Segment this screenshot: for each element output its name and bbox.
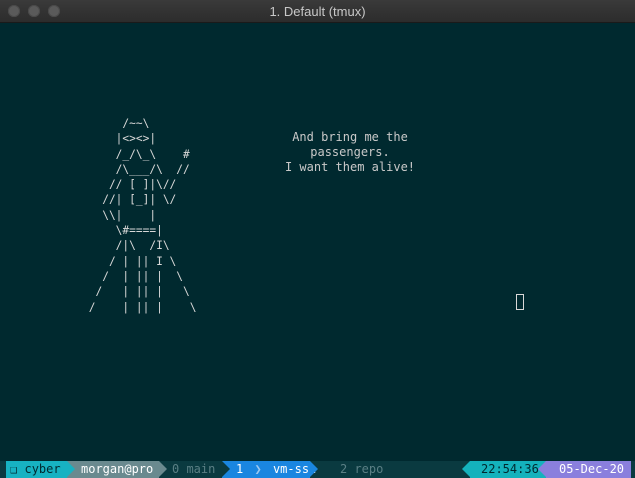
- separator-icon: [462, 461, 470, 477]
- session-name: cyber: [24, 462, 61, 476]
- separator-icon: [310, 461, 318, 477]
- title-bar[interactable]: 1. Default (tmux): [0, 0, 635, 23]
- ascii-art: /~~\ |<><>| /_/\_\ # /\___/\ // // [ ]|\…: [88, 117, 197, 314]
- window-title: 1. Default (tmux): [269, 4, 366, 19]
- quote-line-2: I want them alive!: [284, 160, 416, 174]
- terminal-cursor: [516, 294, 524, 310]
- separator-icon: [67, 461, 75, 477]
- window-tab-2[interactable]: 2 repo: [340, 461, 383, 478]
- separator-icon: [538, 461, 546, 477]
- separator-icon: [222, 461, 230, 477]
- user-host-segment: morgan@pro: [67, 461, 159, 478]
- quote-text: And bring me the passengers. I want them…: [250, 130, 450, 175]
- window-index: 1: [236, 462, 244, 476]
- session-icon: ❑: [10, 462, 18, 476]
- clock-time: 22:54:36: [470, 461, 546, 478]
- tmux-status-bar: ❑ cyber morgan@pro 0 main 1 ❯ vm-ssh 2 r…: [0, 461, 635, 478]
- terminal-window: 1. Default (tmux) /~~\ |<><>| /_/\_\ # /…: [0, 0, 635, 478]
- session-segment[interactable]: ❑ cyber: [6, 461, 67, 478]
- chevron-right-icon: ❯: [254, 462, 262, 476]
- separator-icon: [159, 461, 167, 477]
- quote-line-1: And bring me the passengers.: [292, 130, 408, 159]
- window-tab-0[interactable]: 0 main: [172, 461, 215, 478]
- window-tab-1-active[interactable]: 1 ❯ vm-ssh: [222, 461, 316, 478]
- clock-date: 05-Dec-20: [546, 461, 631, 478]
